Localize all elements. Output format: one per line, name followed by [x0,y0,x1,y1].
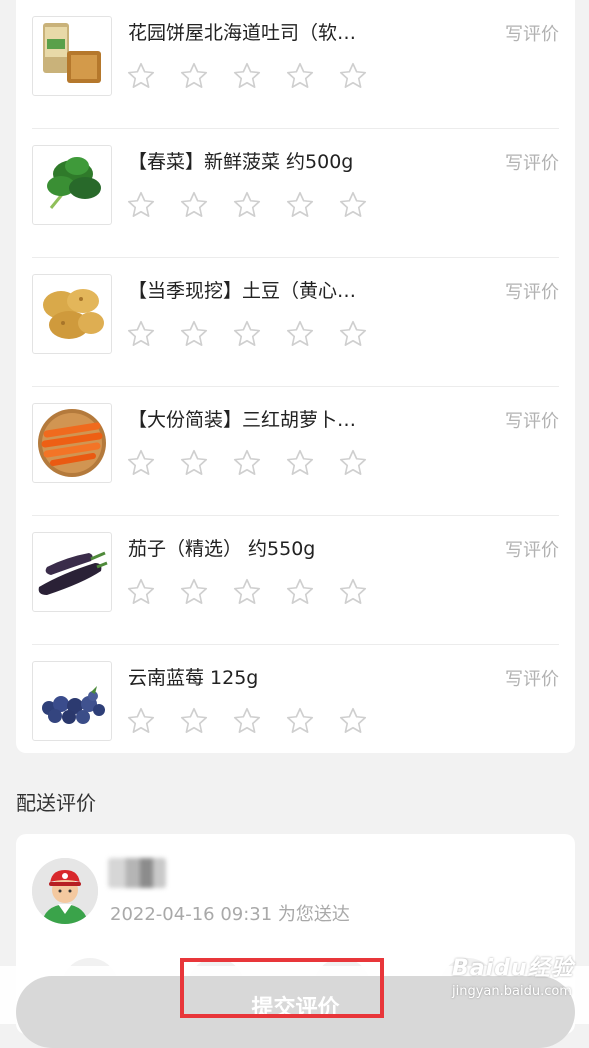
product-name: 【当季现挖】土豆（黄心… [128,280,357,302]
product-name: 云南蓝莓 125g [128,667,259,689]
star-icon[interactable] [338,61,368,91]
product-row: 【大份简装】三红胡萝卜… 写评价 [32,387,559,516]
star-icon[interactable] [179,61,209,91]
star-icon[interactable] [179,190,209,220]
courier-name-blurred [108,858,166,888]
product-row: 【春菜】新鲜菠菜 约500g 写评价 [32,129,559,258]
product-name: 【大份简装】三红胡萝卜… [128,409,357,431]
carrot-icon [32,403,112,483]
star-rating[interactable] [126,706,368,736]
star-rating[interactable] [126,190,368,220]
star-icon[interactable] [285,319,315,349]
star-icon[interactable] [126,706,156,736]
blueberry-icon [32,661,112,741]
star-icon[interactable] [232,190,262,220]
star-icon[interactable] [285,577,315,607]
write-review-link[interactable]: 写评价 [505,149,559,175]
star-icon[interactable] [232,706,262,736]
star-icon[interactable] [338,448,368,478]
star-icon[interactable] [285,448,315,478]
product-name: 花园饼屋北海道吐司（软… [128,22,357,44]
write-review-link[interactable]: 写评价 [505,665,559,691]
toast-bread-icon [32,16,112,96]
star-icon[interactable] [179,577,209,607]
spinach-icon [32,145,112,225]
watermark-url: jingyan.baidu.com [452,984,572,999]
star-icon[interactable] [232,448,262,478]
star-icon[interactable] [126,319,156,349]
product-row: 云南蓝莓 125g 写评价 [32,645,559,774]
courier-avatar-icon [32,858,98,924]
delivery-time: 2022-04-16 09:31 为您送达 [110,904,350,925]
baidu-jingyan-watermark: Baidu经验 jingyan.baidu.com [452,950,582,1002]
star-icon[interactable] [232,577,262,607]
product-review-card: 花园饼屋北海道吐司（软… 写评价 【春菜】新鲜菠菜 约500g 写评价 【当季现… [16,0,575,753]
star-icon[interactable] [232,319,262,349]
write-review-link[interactable]: 写评价 [505,407,559,433]
write-review-link[interactable]: 写评价 [505,536,559,562]
write-review-link[interactable]: 写评价 [505,278,559,304]
star-icon[interactable] [338,319,368,349]
star-icon[interactable] [285,706,315,736]
delivery-section-title: 配送评价 [16,791,96,815]
star-icon[interactable] [338,706,368,736]
star-icon[interactable] [126,190,156,220]
product-name: 【春菜】新鲜菠菜 约500g [128,151,354,173]
star-icon[interactable] [338,577,368,607]
star-icon[interactable] [126,61,156,91]
star-icon[interactable] [338,190,368,220]
potato-icon [32,274,112,354]
star-icon[interactable] [285,61,315,91]
product-row: 花园饼屋北海道吐司（软… 写评价 [32,0,559,129]
star-icon[interactable] [179,319,209,349]
star-rating[interactable] [126,319,368,349]
star-icon[interactable] [285,190,315,220]
star-icon[interactable] [126,577,156,607]
eggplant-icon [32,532,112,612]
star-rating[interactable] [126,448,368,478]
star-rating[interactable] [126,577,368,607]
star-icon[interactable] [232,61,262,91]
product-row: 【当季现挖】土豆（黄心… 写评价 [32,258,559,387]
star-icon[interactable] [179,706,209,736]
write-review-link[interactable]: 写评价 [505,20,559,46]
product-row: 茄子（精选） 约550g 写评价 [32,516,559,645]
star-icon[interactable] [179,448,209,478]
star-icon[interactable] [126,448,156,478]
product-name: 茄子（精选） 约550g [128,538,316,560]
watermark-logo: Baidu经验 [452,956,574,981]
star-rating[interactable] [126,61,368,91]
